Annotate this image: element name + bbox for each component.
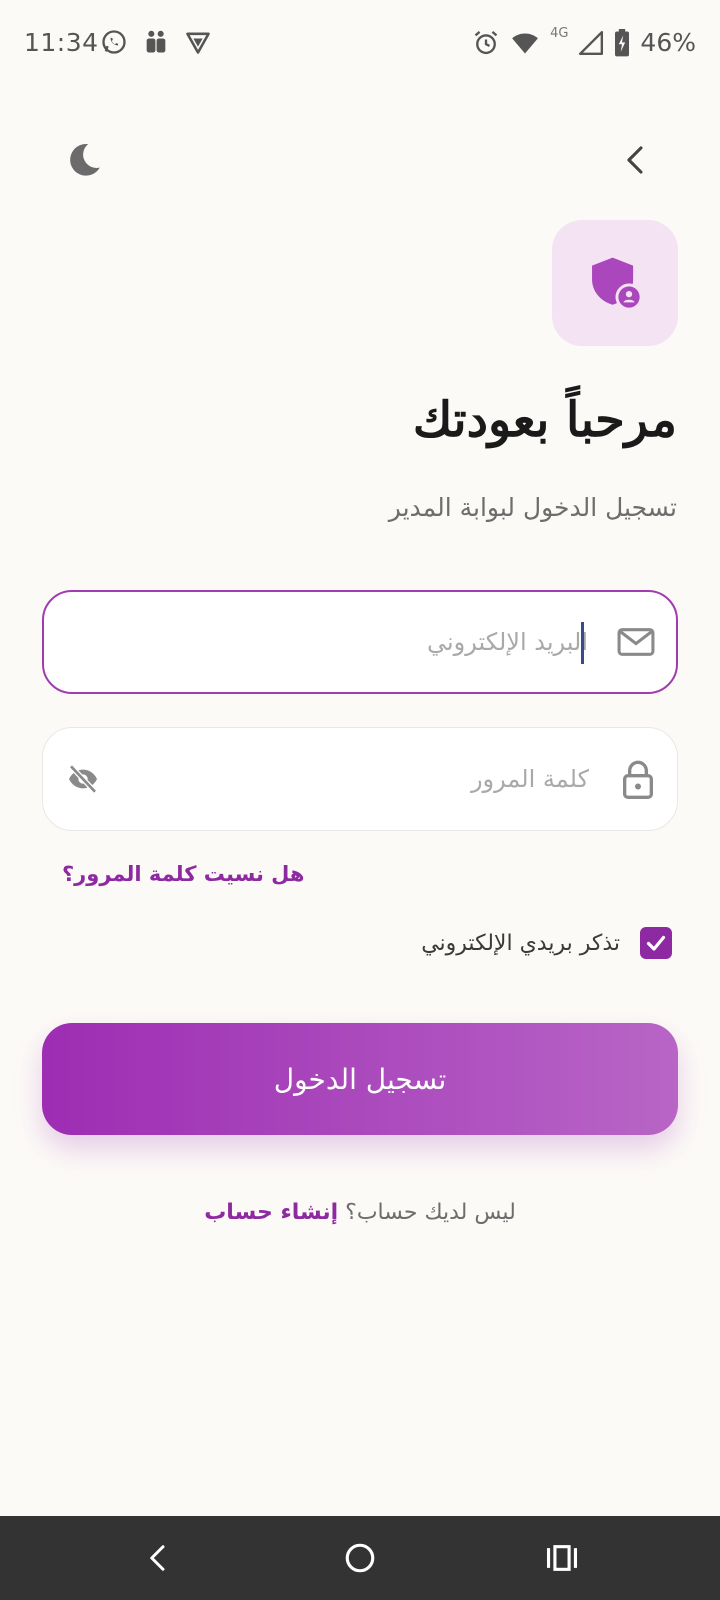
signal-icon (579, 30, 604, 55)
admin-badge (552, 220, 678, 346)
email-input[interactable] (128, 592, 588, 692)
remember-email-label: تذكر بريدي الإلكتروني (421, 930, 620, 956)
status-notification-icons (100, 28, 212, 56)
forgot-password-link[interactable]: هل نسيت كلمة المرور؟ (62, 862, 304, 886)
check-icon (646, 935, 666, 951)
battery-percent: 46% (640, 28, 696, 57)
status-time: 11:34 (24, 28, 99, 57)
mail-icon (616, 624, 656, 660)
wifi-icon (512, 33, 538, 53)
signup-prompt: ليس لديك حساب؟ (338, 1200, 516, 1225)
status-bar: 11:34 4G 46% (0, 0, 720, 88)
theme-toggle-button[interactable] (48, 124, 120, 196)
status-system-icons: 4G 46% (472, 26, 696, 57)
shield-user-icon (592, 257, 643, 311)
email-field[interactable] (42, 590, 678, 694)
nav-home-icon (345, 1543, 375, 1573)
nav-recents-icon (546, 1545, 578, 1571)
create-account-link[interactable]: إنشاء حساب (204, 1200, 338, 1225)
text-caret (581, 622, 584, 664)
nav-back-icon (150, 1545, 165, 1571)
chevron-left-icon (627, 146, 643, 174)
remember-email-row[interactable]: تذكر بريدي الإلكتروني (421, 927, 672, 959)
system-navigation-bar (0, 1516, 720, 1600)
whatsapp-icon (102, 30, 126, 54)
vpn-icon (186, 32, 210, 54)
network-type: 4G (550, 26, 569, 41)
nav-recents-button[interactable] (532, 1528, 592, 1588)
signup-row: ليس لديك حساب؟ إنشاء حساب (0, 1200, 720, 1225)
moon-icon (70, 144, 100, 176)
lock-icon (621, 759, 655, 799)
eye-off-icon (69, 764, 97, 794)
nav-home-button[interactable] (330, 1528, 390, 1588)
login-button[interactable]: تسجيل الدخول (42, 1023, 678, 1135)
alarm-icon (474, 30, 498, 54)
back-button[interactable] (600, 124, 672, 196)
password-visibility-toggle[interactable] (65, 763, 101, 795)
password-input[interactable] (149, 728, 589, 830)
nav-back-button[interactable] (128, 1528, 188, 1588)
teams-icon (146, 30, 166, 53)
password-field[interactable] (42, 727, 678, 831)
page-title: مرحباً بعودتك (412, 392, 677, 448)
page-subtitle: تسجيل الدخول لبوابة المدير (388, 493, 677, 522)
battery-charging-icon (615, 28, 630, 56)
remember-email-checkbox[interactable] (640, 927, 672, 959)
